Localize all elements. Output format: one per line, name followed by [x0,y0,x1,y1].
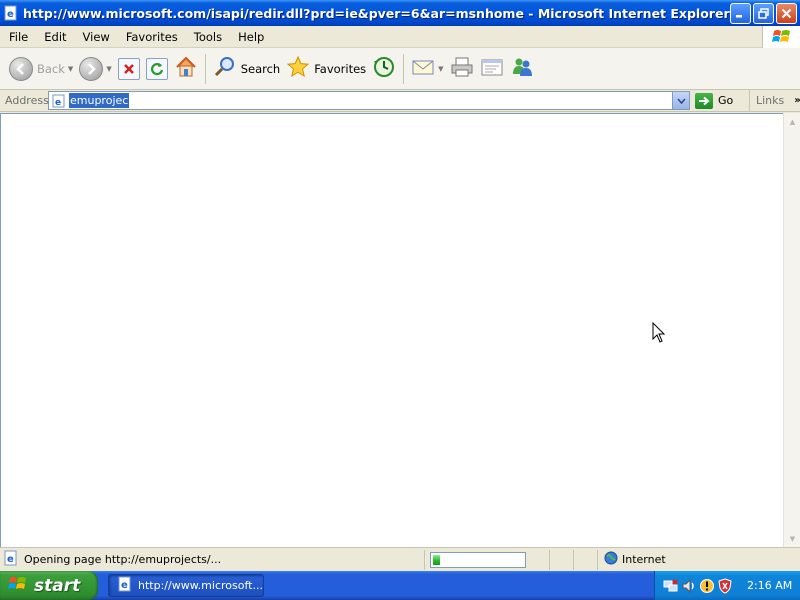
network-icon[interactable] [663,578,679,594]
progress-bar [430,551,526,568]
print-button[interactable] [447,51,477,87]
zone-label: Internet [622,553,666,566]
start-label: start [34,575,81,596]
minimize-icon [736,14,742,17]
taskbar-item-label: http://www.microsoft... [138,579,263,592]
address-bar: Address e Go Links » [0,89,800,112]
security-zone: Internet [598,550,666,570]
status-text: Opening page http://emuprojects/... [24,553,222,566]
shield-icon[interactable] [717,577,733,594]
status-segment [574,549,598,570]
clock: 2:16 AM [747,579,793,592]
scroll-down-button[interactable]: ▼ [784,530,800,547]
refresh-icon [145,57,168,80]
edit-button[interactable] [477,51,507,87]
status-bar: e Opening page http://emuprojects/... In… [0,547,800,571]
home-icon [174,55,198,82]
ie-page-icon: e [3,5,19,21]
globe-icon [604,551,618,568]
status-message: e Opening page http://emuprojects/... [0,549,425,570]
toolbar-separator [204,53,206,84]
svg-text:e: e [121,580,128,591]
vertical-scrollbar[interactable]: ▲ ▼ [783,113,800,547]
windows-flag-icon [8,575,28,596]
svg-text:e: e [7,554,14,565]
favorites-button[interactable]: Favorites [283,51,369,87]
stop-icon [117,57,140,80]
messenger-button[interactable] [507,51,537,87]
taskbar-item-internet-explorer[interactable]: e http://www.microsoft... [108,574,264,597]
volume-icon[interactable] [681,578,697,594]
status-segment [526,549,550,570]
back-arrow-icon [9,56,33,81]
links-label: Links [756,94,785,107]
history-button[interactable] [369,51,399,87]
chevron-right-icon[interactable]: » [794,95,800,106]
svg-text:e: e [55,98,61,108]
mail-button[interactable]: ▼ [408,51,446,87]
menu-favorites[interactable]: Favorites [118,30,186,44]
menu-view[interactable]: View [75,30,118,44]
minimize-button[interactable] [730,2,751,24]
windows-logo-icon [762,26,800,48]
close-icon [781,8,792,18]
ie-page-icon: e [117,576,133,595]
edit-icon [480,55,504,82]
scroll-up-button[interactable]: ▲ [784,113,800,130]
mail-dropdown-icon[interactable]: ▼ [438,65,443,73]
menu-file[interactable]: File [0,30,36,44]
back-dropdown-icon[interactable]: ▼ [68,65,73,73]
back-label: Back [37,61,65,76]
toolbar-separator [403,53,405,84]
go-button[interactable]: Go [695,92,749,109]
favorites-label: Favorites [314,61,367,76]
close-button[interactable] [776,2,797,24]
page-icon: e [52,94,66,108]
start-button[interactable]: start [0,571,98,600]
address-label: Address [5,94,49,107]
chevron-down-icon [676,97,686,104]
address-dropdown-button[interactable] [672,92,689,109]
go-label: Go [718,94,734,107]
address-box[interactable]: e [48,91,690,110]
forward-arrow-icon [79,56,104,81]
forward-button[interactable]: ▼ [76,51,114,87]
menu-bar: File Edit View Favorites Tools Help [0,26,800,48]
mouse-cursor-icon [652,321,666,347]
back-button[interactable]: Back ▼ [6,51,76,87]
address-input[interactable] [69,93,129,108]
system-tray: 2:16 AM [654,571,800,600]
mail-icon [411,55,435,82]
status-segment [550,549,574,570]
security-center-icon[interactable] [699,578,715,594]
print-icon [450,55,474,82]
restore-icon [758,7,769,19]
go-arrow-icon [695,92,713,109]
star-icon [286,55,310,82]
progress-fill [433,554,441,565]
messenger-icon [510,55,534,82]
svg-text:e: e [7,9,14,20]
window-title: http://www.microsoft.com/isapi/redir.dll… [23,5,730,21]
standard-toolbar: Back ▼ ▼ Search Favorites ▼ [0,48,800,90]
history-icon [372,55,396,82]
search-label: Search [240,61,281,76]
taskbar: start e http://www.microsoft... 2:16 AM [0,571,800,600]
menu-help[interactable]: Help [230,30,272,44]
stop-button[interactable] [115,51,143,87]
search-icon [213,55,237,82]
home-button[interactable] [171,51,201,87]
menu-edit[interactable]: Edit [36,30,74,44]
links-toolbar[interactable]: Links » [749,89,800,112]
loading-page-icon: e [3,550,19,569]
title-bar[interactable]: e http://www.microsoft.com/isapi/redir.d… [0,0,800,26]
refresh-button[interactable] [143,51,171,87]
search-button[interactable]: Search [210,51,284,87]
restore-button[interactable] [753,2,774,24]
menu-tools[interactable]: Tools [186,30,230,44]
forward-dropdown-icon[interactable]: ▼ [106,65,111,73]
